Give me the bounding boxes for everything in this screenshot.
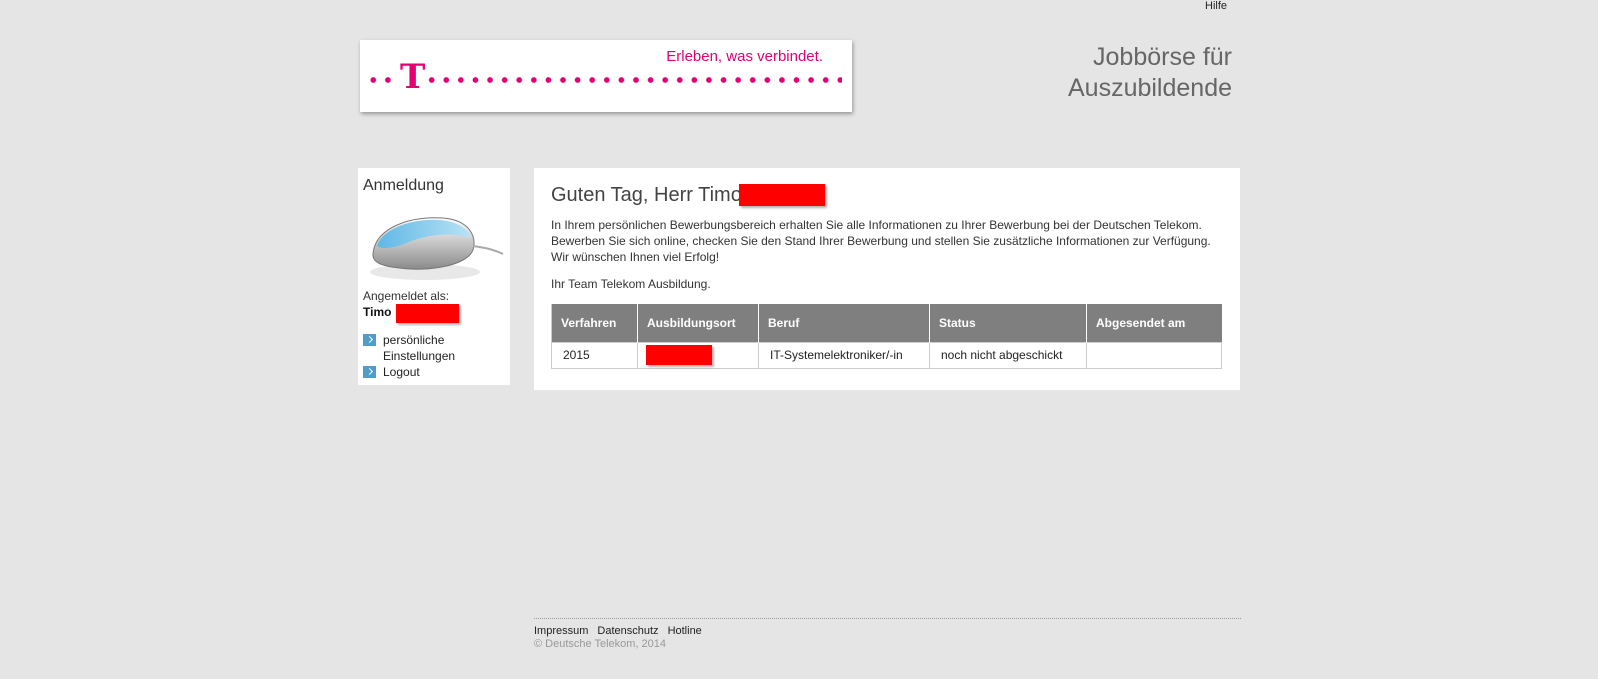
sidebar-menu: persönliche Einstellungen Logout [363,332,473,380]
cell-abgesendet [1086,341,1222,369]
footer-links: Impressum Datenschutz Hotline [534,625,1241,637]
impressum-link[interactable]: Impressum [534,625,588,637]
redacted-surname [396,304,459,323]
intro-text: In Ihrem persönlichen Bewerbungsbereich … [551,218,1211,264]
logged-in-label: Angemeldet als: [363,289,450,303]
col-abgesendet: Abgesendet am [1086,304,1222,342]
portal-title: Jobbörse für Auszubildende [1067,43,1232,102]
cell-ausbildungsort [637,341,759,369]
sidebar-title: Anmeldung [363,177,444,194]
banner-slogan: Erleben, was verbindet. [666,48,823,65]
sidebar-item-logout[interactable]: Logout [363,364,473,380]
cell-verfahren: 2015 [551,341,638,369]
hotline-link[interactable]: Hotline [668,625,702,637]
col-beruf: Beruf [758,304,930,342]
settings-link[interactable]: persönliche Einstellungen [383,332,473,364]
logged-in-user: Timo [363,305,392,319]
main-content: Guten Tag, Herr Timo In Ihrem persönlich… [534,168,1240,390]
arrow-right-icon [363,366,376,378]
greeting-heading: Guten Tag, Herr Timo [551,184,1223,207]
telekom-logo-icon: T [400,57,426,97]
table-header-row: Verfahren Ausbildungsort Beruf Status Ab… [551,304,1222,342]
footer: Impressum Datenschutz Hotline © Deutsche… [534,618,1241,650]
telekom-banner: T Erleben, was verbindet. [360,40,852,112]
col-verfahren: Verfahren [551,304,638,342]
applications-table: Verfahren Ausbildungsort Beruf Status Ab… [551,304,1222,369]
sidebar-item-settings[interactable]: persönliche Einstellungen [363,332,473,364]
redacted-location [646,345,712,365]
cell-beruf: IT-Systemelektroniker/-in [758,341,930,369]
help-link[interactable]: Hilfe [1205,0,1227,12]
col-status: Status [929,304,1087,342]
redacted-surname [739,184,825,206]
arrow-right-icon [363,334,376,346]
computer-mouse-icon [370,217,504,280]
logout-link[interactable]: Logout [383,364,473,380]
table-row: 2015 IT-Systemelektroniker/-in noch nich… [551,341,1222,369]
copyright: © Deutsche Telekom, 2014 [534,638,667,650]
col-ausbildungsort: Ausbildungsort [637,304,759,342]
datenschutz-link[interactable]: Datenschutz [597,625,658,637]
signoff-text: Ihr Team Telekom Ausbildung. [551,277,711,291]
dotted-line [366,77,842,83]
login-sidebar: Anmeldung Angemeldet als: Timo persönlic… [358,168,510,385]
cell-status: noch nicht abgeschickt [929,341,1087,369]
